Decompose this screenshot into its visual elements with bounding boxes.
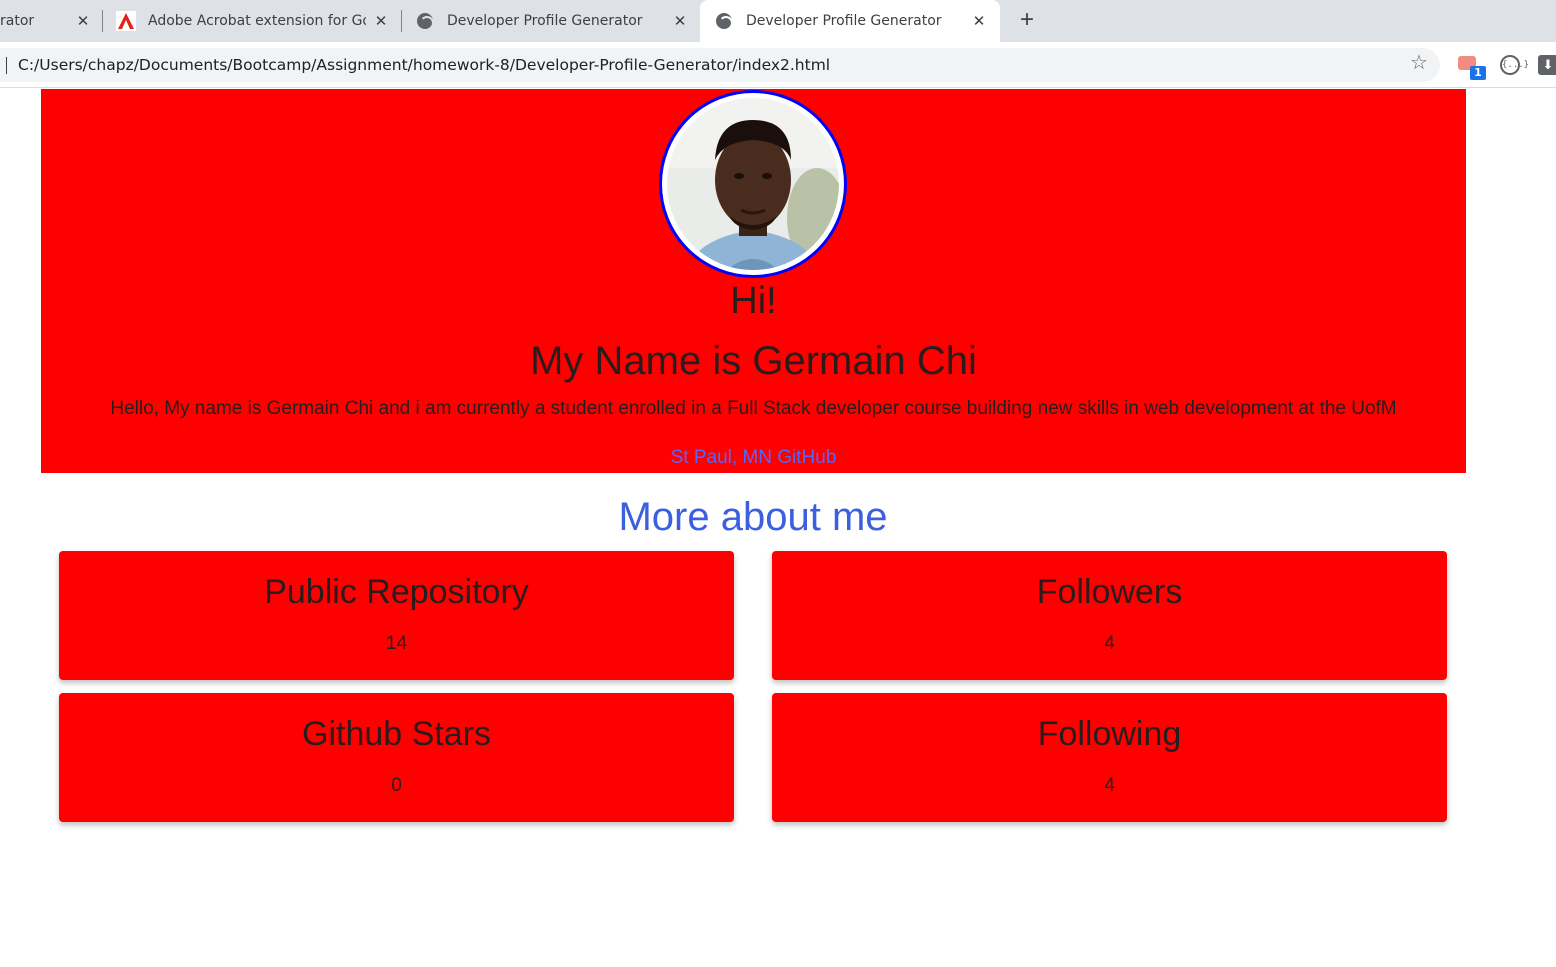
stat-card-followers: Followers 4 [772,551,1447,680]
profile-links: St Paul, MN GitHub [41,447,1466,469]
avatar [659,90,847,278]
stat-card-following: Following 4 [772,693,1447,822]
tab-separator [401,10,402,32]
extension-icon[interactable]: 1 [1458,56,1486,84]
stat-label: Public Repository [264,573,529,611]
stat-value: 0 [391,775,402,796]
profile-header: Hi! My Name is Germain Chi Hello, My nam… [41,89,1466,473]
text-cursor [6,57,7,74]
stat-card-public-repository: Public Repository 14 [59,551,734,680]
profile-name-heading: My Name is Germain Chi [530,339,977,383]
stat-card-github-stars: Github Stars 0 [59,693,734,822]
close-icon[interactable]: ✕ [74,12,92,30]
globe-icon [417,13,434,30]
tab-title: rator [0,13,35,29]
new-tab-button[interactable]: + [1015,8,1039,33]
browser-toolbar: C:/Users/chapz/Documents/Bootcamp/Assign… [0,42,1556,88]
github-link[interactable]: GitHub [777,447,836,468]
profile-bio: Hello, My name is Germain Chi and i am c… [110,398,1397,419]
tab-title: Developer Profile Generator [746,13,942,29]
stat-label: Followers [1036,573,1183,611]
browser-tab-strip: rator ✕ Adobe Acrobat extension for Goo … [0,0,1556,42]
close-icon[interactable]: ✕ [671,12,689,30]
url-text[interactable]: C:/Users/chapz/Documents/Bootcamp/Assign… [18,56,830,74]
extension-code-icon[interactable]: {...} [1500,55,1529,75]
tab-title: Adobe Acrobat extension for Goo [148,13,366,29]
stat-label: Following [1037,715,1182,753]
stat-value: 4 [1104,775,1115,796]
tab-partial[interactable]: rator ✕ [0,0,100,42]
tab-developer-profile-generator-active[interactable]: Developer Profile Generator ✕ [700,0,1000,42]
address-bar[interactable]: C:/Users/chapz/Documents/Bootcamp/Assign… [0,48,1440,82]
location-link[interactable]: St Paul, MN [671,447,772,468]
acrobat-icon [116,11,136,31]
extension-badge: 1 [1470,66,1486,80]
section-title: More about me [618,495,888,539]
tab-adobe-acrobat[interactable]: Adobe Acrobat extension for Goo ✕ [116,0,398,42]
stat-value: 4 [1104,633,1115,654]
star-icon[interactable]: ☆ [1408,52,1430,74]
tab-title: Developer Profile Generator [447,13,643,29]
close-icon[interactable]: ✕ [970,12,988,30]
greeting-heading: Hi! [730,280,777,322]
tab-separator [102,10,103,32]
globe-icon [716,13,733,30]
stat-value: 14 [385,633,408,654]
close-icon[interactable]: ✕ [372,12,390,30]
download-icon[interactable]: ⬇ [1538,55,1556,75]
tab-developer-profile-generator[interactable]: Developer Profile Generator ✕ [417,0,699,42]
stat-label: Github Stars [302,715,491,753]
avatar-photo [667,98,839,270]
